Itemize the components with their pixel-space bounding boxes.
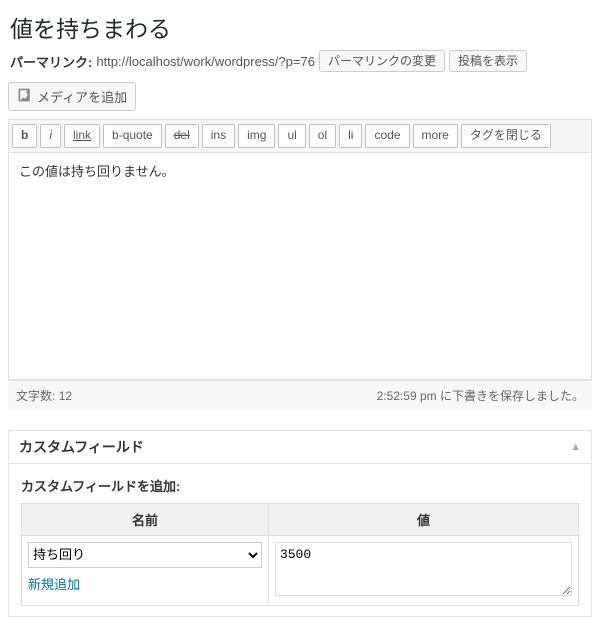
qt-img-button[interactable]: img <box>238 124 275 148</box>
quicktags-toolbar: b i link b-quote del ins img ul ol li co… <box>9 120 591 153</box>
post-content-textarea[interactable]: この値は持ち回りません。 <box>9 153 591 379</box>
qt-link-button[interactable]: link <box>64 124 100 148</box>
qt-code-button[interactable]: code <box>365 124 409 148</box>
qt-italic-button[interactable]: i <box>40 124 61 148</box>
add-media-button[interactable]: メディアを追加 <box>8 82 136 111</box>
cf-key-select[interactable]: 持ち回り <box>28 542 262 568</box>
qt-blockquote-button[interactable]: b-quote <box>103 124 162 148</box>
qt-del-button[interactable]: del <box>165 124 199 148</box>
media-icon <box>17 87 33 106</box>
permalink-url: http://localhost/work/wordpress/?p=76 <box>96 54 315 69</box>
editor-container: b i link b-quote del ins img ul ol li co… <box>8 119 592 380</box>
wordcount: 文字数: 12 <box>16 387 72 404</box>
cf-col-value: 値 <box>268 503 578 535</box>
edit-permalink-button[interactable]: パーマリンクの変更 <box>319 50 445 72</box>
editor-status-bar: 文字数: 12 2:52:59 pm に下書きを保存しました。 <box>8 380 592 410</box>
permalink-row: パーマリンク: http://localhost/work/wordpress/… <box>10 50 592 72</box>
qt-ul-button[interactable]: ul <box>278 124 305 148</box>
qt-li-button[interactable]: li <box>339 124 362 148</box>
qt-ol-button[interactable]: ol <box>309 124 336 148</box>
custom-fields-subtitle: カスタムフィールドを追加: <box>21 476 579 495</box>
qt-bold-button[interactable]: b <box>12 124 37 148</box>
cf-value-textarea[interactable] <box>275 542 572 596</box>
post-title[interactable]: 値を持ちまわる <box>10 10 592 44</box>
qt-more-button[interactable]: more <box>413 124 458 148</box>
cf-new-key-link[interactable]: 新規追加 <box>28 574 80 593</box>
toggle-indicator-icon[interactable]: ▲ <box>570 441 581 453</box>
autosave-status: 2:52:59 pm に下書きを保存しました。 <box>377 387 584 404</box>
custom-fields-table: 名前 値 持ち回り 新規追加 <box>21 503 579 606</box>
custom-field-row: 持ち回り 新規追加 <box>22 535 579 605</box>
view-post-button[interactable]: 投稿を表示 <box>449 50 527 72</box>
add-media-label: メディアを追加 <box>37 87 127 106</box>
qt-close-tags-button[interactable]: タグを閉じる <box>461 124 551 148</box>
qt-ins-button[interactable]: ins <box>202 124 235 148</box>
cf-col-name: 名前 <box>22 503 269 535</box>
custom-fields-title: カスタムフィールド <box>19 437 144 457</box>
permalink-label: パーマリンク: <box>10 52 92 71</box>
custom-fields-metabox: カスタムフィールド ▲ カスタムフィールドを追加: 名前 値 <box>8 430 592 617</box>
custom-fields-header[interactable]: カスタムフィールド ▲ <box>9 431 591 464</box>
